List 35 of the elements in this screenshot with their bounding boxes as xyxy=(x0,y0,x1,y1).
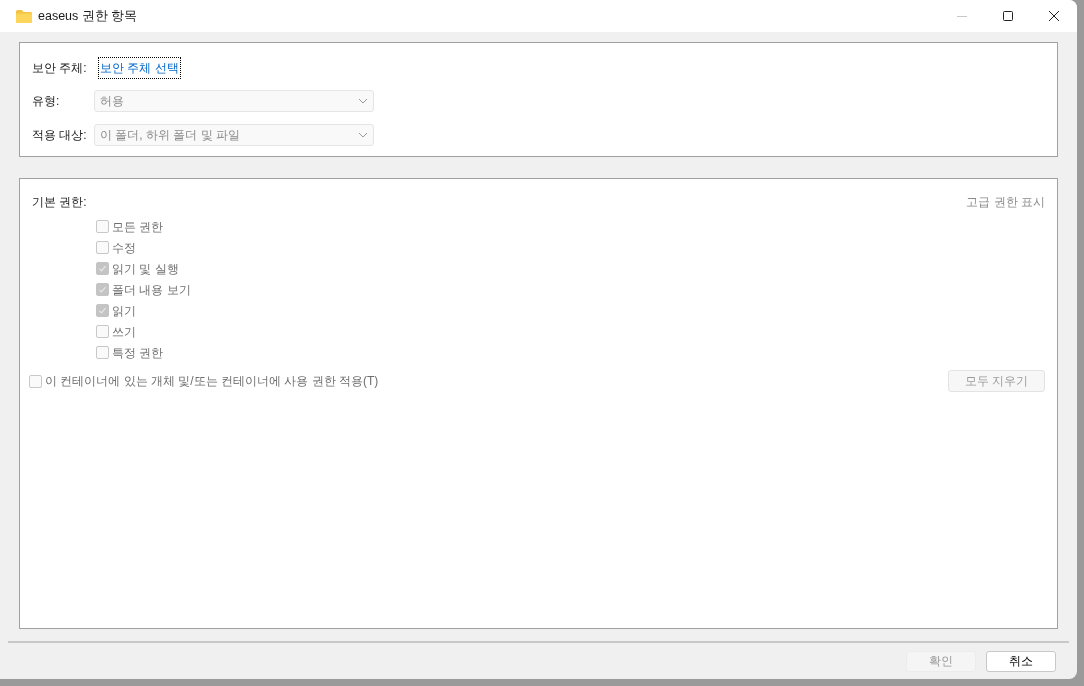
dialog-button[interactable]: 취소 xyxy=(986,650,1056,672)
close-icon xyxy=(1049,11,1059,21)
check-icon xyxy=(98,264,107,273)
check-icon xyxy=(98,306,107,315)
checkbox[interactable] xyxy=(96,325,109,338)
permission-label: 읽기 및 실행 xyxy=(112,260,179,278)
checkbox[interactable] xyxy=(96,346,109,359)
principal-label: 보안 주체: xyxy=(32,60,88,77)
permission-label: 폴더 내용 보기 xyxy=(112,281,191,299)
applies-to-label: 적용 대상: xyxy=(32,127,88,144)
checkbox[interactable] xyxy=(96,304,109,317)
checkbox[interactable] xyxy=(96,220,109,233)
chevron-down-icon xyxy=(358,98,368,104)
minimize-icon xyxy=(957,15,967,17)
applies-to-dropdown[interactable]: 이 폴더, 하위 폴더 및 파일 xyxy=(94,124,374,146)
type-label: 유형: xyxy=(32,93,61,110)
inherit-label: 이 컨테이너에 있는 개체 및/또는 컨테이너에 사용 권한 적용(T) xyxy=(45,373,379,390)
checkbox[interactable] xyxy=(96,241,109,254)
select-principal-link[interactable]: 보안 주체 선택 xyxy=(98,57,181,79)
permission-label: 모든 권한 xyxy=(112,218,164,236)
checkbox[interactable] xyxy=(96,283,109,296)
maximize-icon xyxy=(1003,11,1013,21)
folder-icon xyxy=(16,9,32,23)
advanced-permissions-link[interactable]: 고급 권한 표시 xyxy=(966,193,1045,211)
window-title: easeus 권한 항목 xyxy=(38,7,138,25)
basic-permissions-label: 기본 권한: xyxy=(32,194,87,211)
type-dropdown[interactable]: 허용 xyxy=(94,90,374,112)
chevron-down-icon xyxy=(358,132,368,138)
permission-label: 특정 권한 xyxy=(112,344,164,362)
checkbox[interactable] xyxy=(96,262,109,275)
checkbox[interactable] xyxy=(29,374,42,388)
permission-label: 쓰기 xyxy=(112,323,136,341)
check-icon xyxy=(98,285,107,294)
permission-label: 수정 xyxy=(112,239,136,257)
permission-label: 읽기 xyxy=(112,302,136,320)
